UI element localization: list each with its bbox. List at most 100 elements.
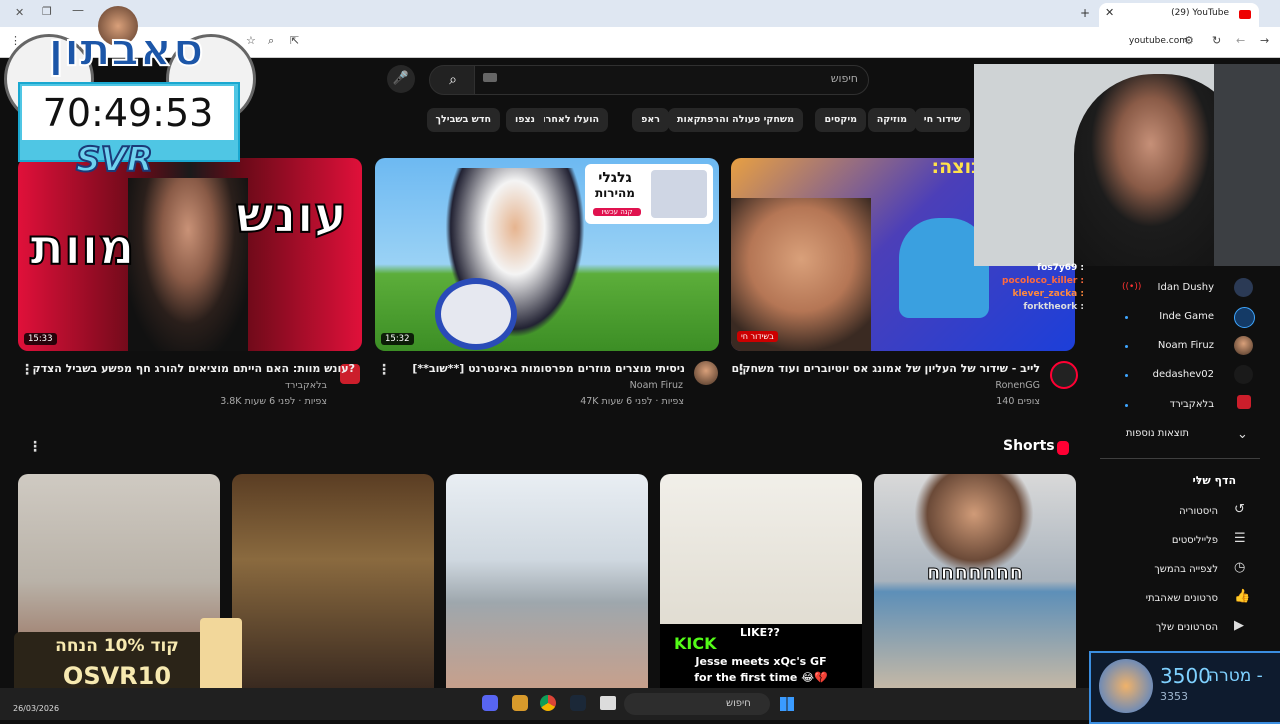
svr-tag: SVR [75, 139, 154, 181]
more-actions-icon[interactable]: ⋮ [377, 362, 391, 378]
subscription-avatar[interactable] [1237, 395, 1251, 409]
streamer-face [731, 198, 871, 351]
short-card[interactable]: KICK LIKE?? Jesse meets xQc's GF for the… [660, 474, 862, 688]
video-title[interactable]: ניסיתי מוצרים מוזרים מפרסומות באינטרנט [… [412, 362, 685, 375]
youtube-favicon-icon [1239, 10, 1251, 19]
video-thumbnail[interactable]: עונש מוות 15:33 [18, 158, 362, 351]
forward-icon[interactable]: ← [1236, 34, 1245, 47]
more-actions-icon[interactable]: ⋮ [20, 362, 34, 378]
sidebar-item-noam-firuz[interactable]: Noam Firuz [1158, 340, 1214, 351]
task-view-icon[interactable] [600, 696, 616, 710]
sidebar-item-blackbird[interactable]: בלאקבירד [1170, 399, 1214, 410]
short-person-image [914, 474, 1034, 574]
kick-badge: KICK [674, 634, 717, 653]
webcam-feed [974, 64, 1280, 266]
taskbar-search-label: חיפוש [726, 698, 751, 709]
more-actions-icon[interactable]: ⋮ [734, 362, 748, 378]
subscription-avatar[interactable] [1234, 307, 1255, 328]
promo-text: קוד 10% הנחה [55, 636, 179, 656]
video-meta: 140 צופים [996, 396, 1040, 407]
chip-new-for-you[interactable]: חדש בשבילך [426, 108, 500, 132]
shorts-more-icon[interactable]: ⋮ [28, 439, 42, 455]
subscription-avatar[interactable] [1234, 365, 1253, 384]
search-icon: ⌕ [449, 72, 457, 88]
voice-search-icon[interactable]: 🎤 [387, 65, 415, 93]
chip-live[interactable]: שידור חי [914, 108, 970, 132]
chat-line: fos7y69 : [1037, 263, 1084, 273]
video-meta: 3.8K צפיות · לפני 6 שעות [220, 396, 327, 407]
short-card[interactable] [232, 474, 434, 688]
chat-line: klever_zacka : [1012, 289, 1084, 299]
product-image [651, 170, 707, 218]
playlists-icon: ☰ [1234, 531, 1246, 546]
browser-tab-youtube[interactable]: ✕ (29) YouTube [1099, 3, 1259, 27]
sidebar-item-your-videos[interactable]: הסרטונים שלך [1156, 622, 1218, 633]
sidebar-item-idan-dushy[interactable]: Idan Dushy [1158, 282, 1214, 293]
window-minimize-icon[interactable]: — [72, 3, 84, 17]
close-tab-icon[interactable]: ✕ [1105, 6, 1114, 19]
sidebar-divider [1100, 458, 1260, 459]
chip-action-adventure-games[interactable]: משחקי פעולה והרפתקאות [667, 108, 803, 132]
sidebar-item-watch-later[interactable]: לצפייה בהמשך [1154, 564, 1218, 575]
channel-name[interactable]: RonenGG [995, 380, 1040, 391]
channel-name[interactable]: בלאקבירד [285, 380, 327, 391]
goal-current: 3353 [1160, 690, 1188, 703]
chat-line: forktheork : [1023, 302, 1084, 312]
sidebar-item-inde-game[interactable]: Inde Game [1159, 311, 1214, 322]
sidebar-show-more[interactable]: תוצאות נוספות [1126, 428, 1189, 439]
goal-avatar-icon [1099, 659, 1153, 713]
short-subtitle: LIKE?? [740, 626, 780, 639]
new-content-dot [1125, 345, 1128, 348]
steam-icon[interactable] [570, 695, 586, 711]
short-card[interactable]: חחחחחחח [874, 474, 1076, 688]
search-button[interactable]: ⌕ [429, 65, 477, 95]
chat-overlay: fos7y69 : pocoloco_killer : klever_zacka… [974, 263, 1084, 335]
live-indicator-icon: ((•)) [1122, 282, 1142, 292]
subscription-avatar[interactable] [1234, 278, 1253, 297]
product-title-2: מהירות [594, 186, 635, 200]
window-maximize-icon[interactable]: ❐ [42, 5, 52, 18]
chrome-icon[interactable] [540, 695, 556, 711]
bookmark-star-icon[interactable]: ☆ [246, 34, 256, 47]
share-icon[interactable]: ⇱ [290, 34, 299, 47]
video-title[interactable]: עונש מוות: האם הייתם מוציאים להורג חף מפ… [32, 362, 355, 375]
subscription-avatar[interactable] [1234, 336, 1253, 355]
sidebar-item-playlists[interactable]: פלייליסטים [1172, 535, 1218, 546]
channel-avatar[interactable] [1050, 361, 1078, 389]
channel-name[interactable]: Noam Firuz [630, 380, 683, 391]
new-tab-icon[interactable]: + [1080, 6, 1090, 20]
chip-watched[interactable]: נצפו [505, 108, 544, 132]
keyboard-icon[interactable] [483, 73, 497, 82]
tab-title: (29) YouTube [1171, 8, 1229, 18]
chip-rap[interactable]: ראפ [632, 108, 669, 132]
video-duration: 15:33 [24, 333, 57, 345]
zoom-icon[interactable]: ⌕ [268, 34, 274, 48]
url-text[interactable]: youtube.com [1129, 36, 1188, 46]
product-title-1: גלגלי [598, 170, 632, 186]
video-thumbnail[interactable]: גלגלי מהירות קנה עכשיו 15:32 [375, 158, 719, 351]
back-icon[interactable]: → [1260, 34, 1269, 47]
short-card[interactable] [446, 474, 648, 688]
wheel-image [435, 278, 517, 350]
site-settings-icon[interactable]: ⚙ [1184, 34, 1194, 47]
sidebar-item-liked-videos[interactable]: סרטונים שאהבתי [1146, 593, 1218, 604]
chip-music[interactable]: מוזיקה [867, 108, 916, 132]
window-close-icon[interactable]: ✕ [15, 6, 24, 19]
app-icon[interactable] [512, 695, 528, 711]
video-title[interactable]: לייב - שידור של העליון של אמונג אס יוטיו… [731, 362, 1040, 375]
reload-icon[interactable]: ↻ [1212, 34, 1221, 47]
search-placeholder: חיפוש [830, 72, 858, 85]
sidebar-item-history[interactable]: היסטוריה [1179, 506, 1218, 517]
short-caption: Jesse meets xQc's GF for the first time … [694, 655, 828, 684]
sidebar-item-dedashev02[interactable]: dedashev02 [1153, 369, 1214, 380]
new-content-dot [1125, 374, 1128, 377]
windows-start-icon[interactable] [780, 697, 794, 711]
taskbar-date: 26/03/2026 [13, 704, 60, 713]
discord-icon[interactable] [482, 695, 498, 711]
chat-line: pocoloco_killer : [1002, 276, 1084, 286]
search-input[interactable]: חיפוש [474, 65, 869, 95]
channel-avatar[interactable] [694, 361, 718, 385]
chevron-down-icon[interactable]: ⌄ [1237, 427, 1248, 442]
chip-mixes[interactable]: מיקסים [815, 108, 866, 132]
buy-now-badge: קנה עכשיו [593, 208, 641, 216]
